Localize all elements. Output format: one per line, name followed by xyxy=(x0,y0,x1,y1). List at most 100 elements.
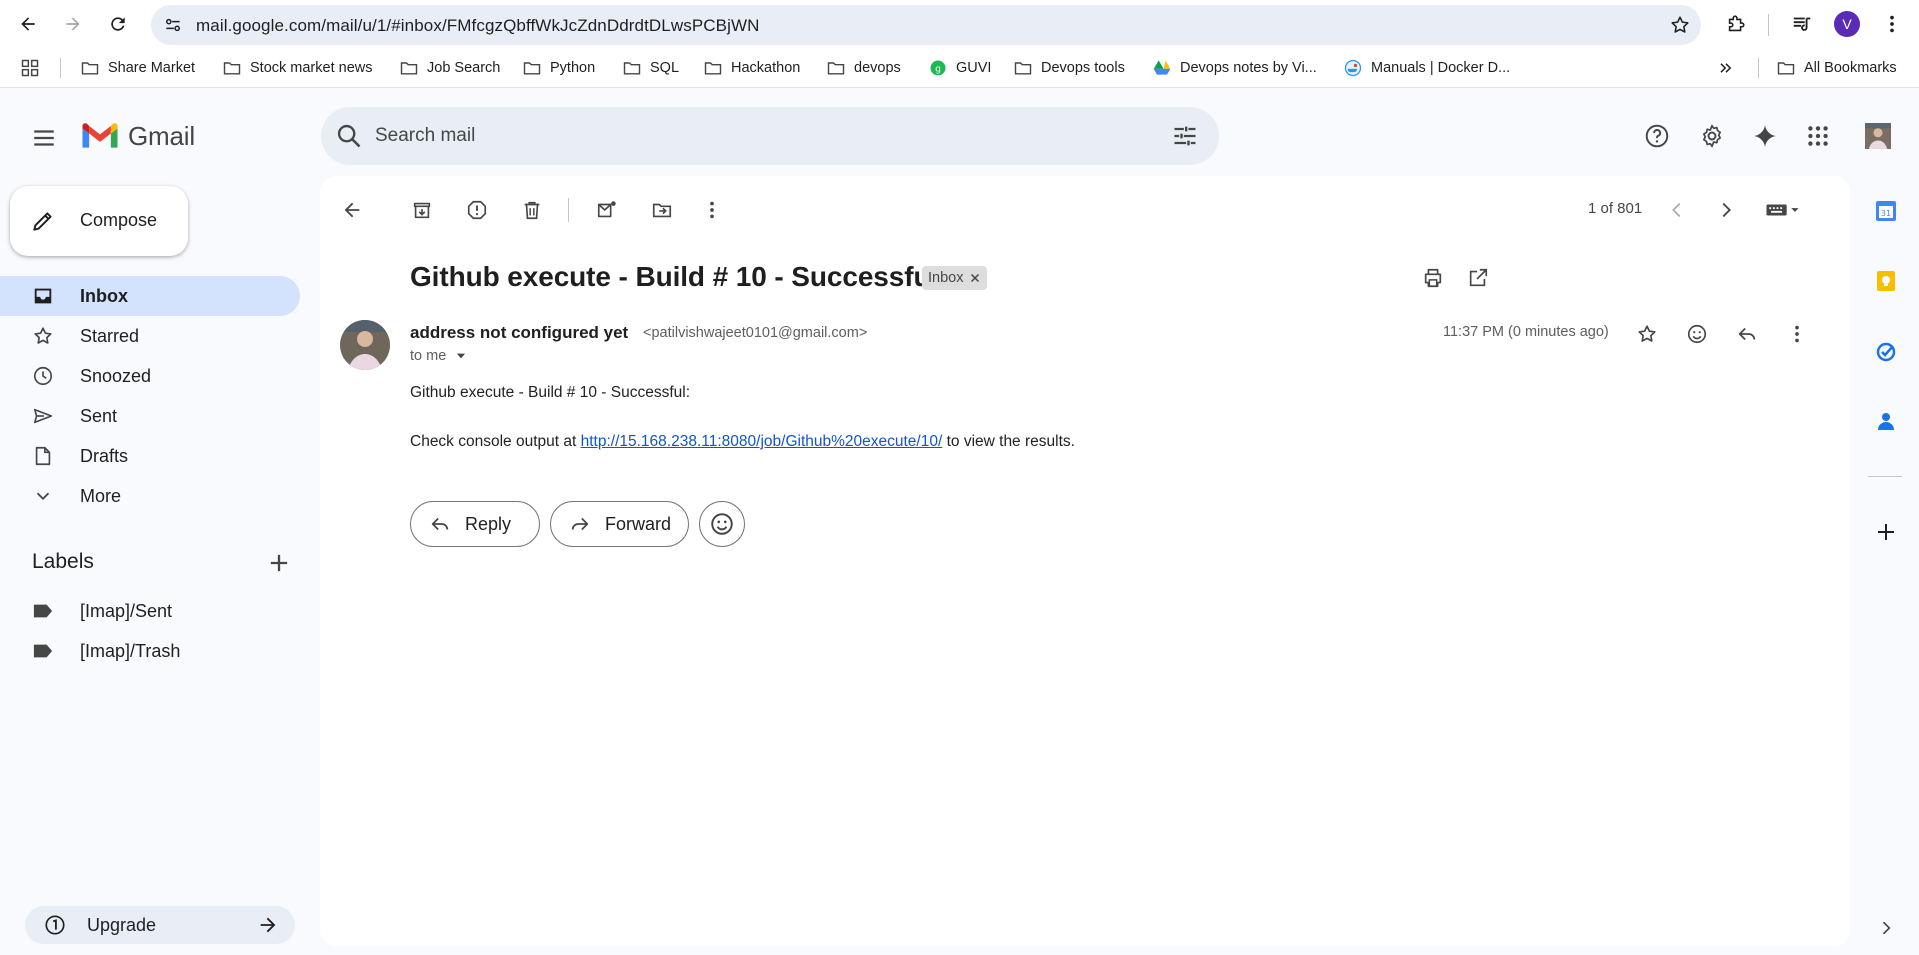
newer-button[interactable] xyxy=(1659,192,1695,228)
nav-label: Drafts xyxy=(80,446,129,466)
help-icon xyxy=(1645,124,1669,148)
apps-grid-icon xyxy=(1808,126,1828,146)
search-icon[interactable] xyxy=(335,122,363,150)
keep-icon xyxy=(1877,271,1895,291)
bookmark-share-market[interactable]: Share Market xyxy=(80,57,195,79)
apps-shortcut[interactable] xyxy=(20,57,40,79)
google-apps-button[interactable] xyxy=(1798,116,1838,156)
gear-icon xyxy=(1703,124,1721,148)
bookmark-hackathon[interactable]: Hackathon xyxy=(703,57,800,79)
back-button[interactable] xyxy=(14,10,42,38)
bookmarks-divider xyxy=(1758,58,1759,78)
profile-button[interactable]: V xyxy=(1833,10,1861,38)
bookmark-star-icon[interactable] xyxy=(1669,14,1691,36)
open-new-window-button[interactable] xyxy=(1460,260,1496,296)
reply-button[interactable] xyxy=(1729,316,1765,352)
compose-button[interactable]: Compose xyxy=(10,186,188,256)
add-reaction-button[interactable] xyxy=(1679,316,1715,352)
settings-button[interactable] xyxy=(1692,116,1732,156)
extensions-button[interactable] xyxy=(1722,10,1750,38)
older-button[interactable] xyxy=(1708,192,1744,228)
keep-app-button[interactable] xyxy=(1870,265,1902,297)
move-to-button[interactable] xyxy=(644,192,680,228)
search-input[interactable]: Search mail xyxy=(375,125,475,147)
open-in-new-icon xyxy=(1469,268,1488,287)
more-actions-button[interactable] xyxy=(694,192,730,228)
guvi-icon: g xyxy=(930,60,946,76)
account-avatar[interactable] xyxy=(1858,116,1898,156)
media-button[interactable] xyxy=(1788,10,1816,38)
nav-item-inbox[interactable]: Inbox xyxy=(0,276,300,316)
support-button[interactable] xyxy=(1637,116,1677,156)
nav-item-more[interactable]: More xyxy=(0,476,300,516)
bookmarks-overflow-button[interactable] xyxy=(1716,57,1736,79)
nav-item-sent[interactable]: Sent xyxy=(0,396,300,436)
mark-unread-button[interactable] xyxy=(589,192,625,228)
forward-button[interactable] xyxy=(59,10,87,38)
svg-text:31: 31 xyxy=(1881,209,1891,218)
reply-pill-button[interactable]: Reply xyxy=(410,501,540,547)
bookmark-devops-tools[interactable]: Devops tools xyxy=(1013,57,1125,79)
search-options-icon[interactable] xyxy=(1171,122,1199,150)
create-label-icon[interactable] xyxy=(265,549,293,577)
caret-down-icon[interactable] xyxy=(454,349,468,363)
forward-pill-button[interactable]: Forward xyxy=(550,501,689,547)
upgrade-button[interactable]: Upgrade xyxy=(25,906,295,944)
double-chevron-right-icon xyxy=(1720,63,1732,73)
label-item-imap-sent[interactable]: [Imap]/Sent xyxy=(0,591,300,631)
bookmark-sql[interactable]: SQL xyxy=(622,57,679,79)
folder-icon xyxy=(704,62,722,75)
url-text[interactable]: mail.google.com/mail/u/1/#inbox/FMfcgzQb… xyxy=(196,16,759,36)
main-menu-button[interactable] xyxy=(24,118,64,158)
search-bar[interactable]: Search mail xyxy=(321,107,1219,165)
close-icon[interactable] xyxy=(969,272,981,284)
sender-name[interactable]: address not configured yet xyxy=(410,323,628,343)
print-all-button[interactable] xyxy=(1415,260,1451,296)
delete-button[interactable] xyxy=(514,192,550,228)
all-bookmarks-button[interactable]: All Bookmarks xyxy=(1776,57,1897,79)
message-more-button[interactable] xyxy=(1779,316,1815,352)
svg-text:g: g xyxy=(935,63,941,74)
site-info-icon[interactable] xyxy=(163,15,183,35)
nav-label: Starred xyxy=(80,326,140,346)
hide-side-panel-button[interactable] xyxy=(1870,912,1902,944)
star-message-button[interactable] xyxy=(1629,316,1665,352)
get-addons-button[interactable] xyxy=(1870,516,1902,548)
archive-button[interactable] xyxy=(404,192,440,228)
nav-item-snoozed[interactable]: Snoozed xyxy=(0,356,300,396)
label-item-imap-trash[interactable]: [Imap]/Trash xyxy=(0,631,300,671)
report-spam-button[interactable] xyxy=(459,192,495,228)
gemini-button[interactable] xyxy=(1745,116,1785,156)
reload-icon xyxy=(111,17,125,31)
forward-icon xyxy=(571,517,589,531)
bookmark-job-search[interactable]: Job Search xyxy=(399,57,500,79)
reply-icon xyxy=(1738,327,1756,341)
gmail-logo[interactable]: Gmail xyxy=(80,118,195,154)
bookmark-devops[interactable]: devops xyxy=(826,57,901,79)
bookmark-stock-market-news[interactable]: Stock market news xyxy=(222,57,373,79)
sender-avatar[interactable] xyxy=(340,320,390,370)
calendar-app-button[interactable]: 31 xyxy=(1870,195,1902,227)
nav-item-starred[interactable]: Starred xyxy=(0,316,300,356)
bookmark-devops-notes[interactable]: Devops notes by Vi... xyxy=(1152,57,1317,79)
body-line: Github execute - Build # 10 - Successful… xyxy=(410,384,691,401)
emoji-reaction-button[interactable] xyxy=(699,501,745,547)
inbox-label-chip[interactable]: Inbox xyxy=(922,266,988,290)
tasks-app-button[interactable] xyxy=(1870,335,1902,367)
recipient-details[interactable]: to me xyxy=(410,348,468,364)
input-tools-button[interactable] xyxy=(1760,192,1806,228)
move-to-folder-icon xyxy=(652,203,672,218)
bookmark-python[interactable]: Python xyxy=(522,57,595,79)
bookmark-docker-manuals[interactable]: Manuals | Docker D... xyxy=(1343,57,1510,79)
back-to-inbox-button[interactable] xyxy=(334,192,370,228)
nav-item-drafts[interactable]: Drafts xyxy=(0,436,300,476)
console-output-link[interactable]: http://15.168.238.11:8080/job/Github%20e… xyxy=(581,433,943,450)
bookmark-label: SQL xyxy=(650,60,680,76)
folder-icon xyxy=(827,62,845,75)
archive-icon xyxy=(413,202,431,219)
chrome-menu-button[interactable] xyxy=(1878,10,1906,38)
bookmark-guvi[interactable]: g GUVI xyxy=(928,57,991,79)
reload-button[interactable] xyxy=(104,10,132,38)
address-bar[interactable]: mail.google.com/mail/u/1/#inbox/FMfcgzQb… xyxy=(151,5,1701,45)
contacts-app-button[interactable] xyxy=(1870,405,1902,437)
